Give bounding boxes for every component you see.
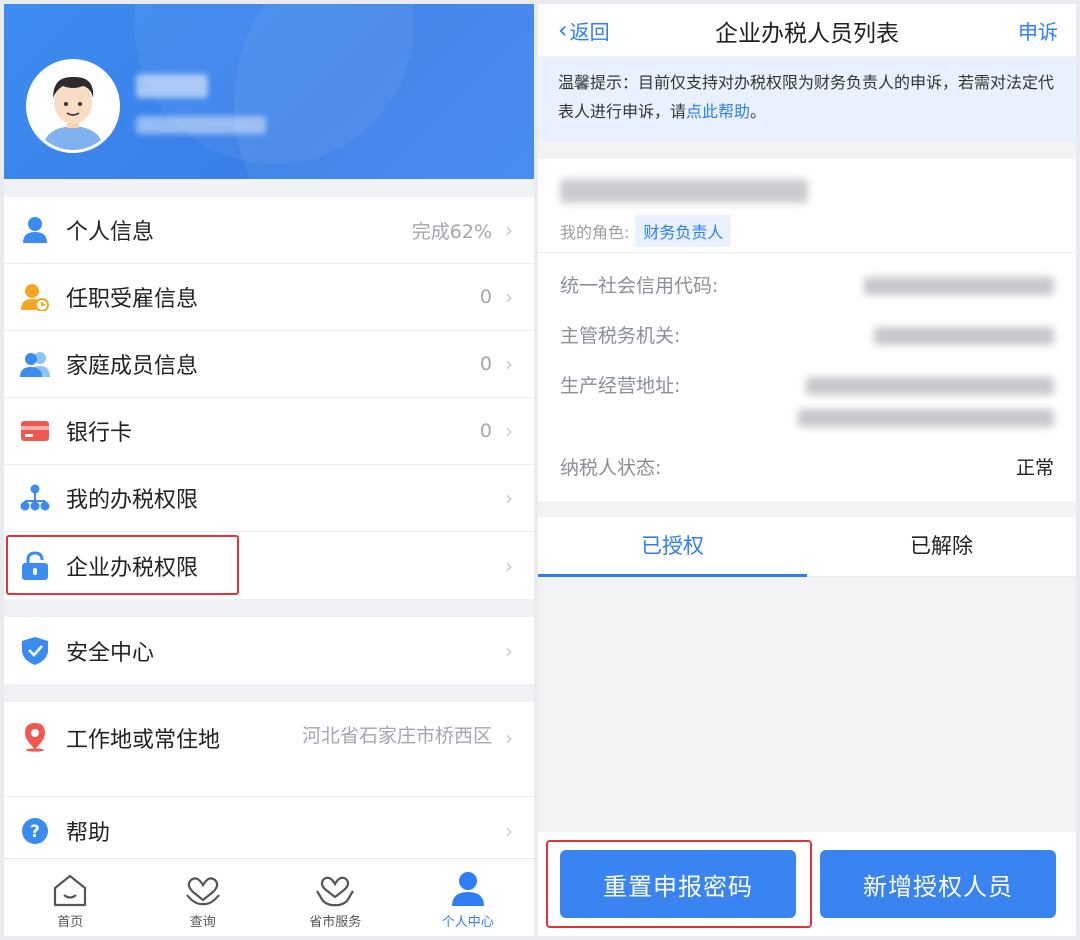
chevron-right-icon: › — [505, 818, 513, 843]
bank-card-icon — [20, 416, 50, 446]
chevron-right-icon: › — [505, 352, 513, 376]
menu-item-label: 个人信息 — [66, 220, 155, 245]
menu-item-residence[interactable]: 工作地或常住地 河北省石家庄市桥西区 › — [4, 702, 534, 797]
info-label: 生产经营地址: — [560, 375, 681, 397]
menu-item-enterprise-tax-permission[interactable]: 企业办税权限 › — [4, 532, 534, 599]
chevron-left-icon: ‹ — [558, 16, 568, 44]
menu-item-label: 工作地或常住地 — [66, 728, 221, 753]
tab-label: 个人中心 — [441, 915, 494, 930]
menu-item-bank-card[interactable]: 银行卡 0 › — [4, 398, 534, 465]
appeal-button[interactable]: 申诉 — [1018, 16, 1058, 45]
bottom-tab-bar: 首页 查询 省市服务 个人中心 — [4, 858, 534, 936]
nav-bar: ‹ 返回 企业办税人员列表 申诉 — [538, 4, 1076, 56]
action-bar: 重置申报密码 新增授权人员 — [538, 832, 1076, 936]
person-center-icon — [451, 871, 485, 907]
tab-personal-center[interactable]: 个人中心 — [402, 859, 535, 936]
family-icon — [20, 349, 50, 379]
address-row: 生产经营地址: — [560, 371, 1054, 433]
menu-item-label: 家庭成员信息 — [66, 354, 199, 379]
notice-tip: 温馨提示：目前仅支持对办税权限为财务负责人的申诉，若需对法定代表人进行申诉，请点… — [538, 56, 1076, 141]
tip-text-end: 。 — [750, 102, 767, 121]
menu-item-security-center[interactable]: 安全中心 › — [4, 617, 534, 684]
menu-item-label: 我的办税权限 — [66, 488, 199, 513]
page-title: 企业办税人员列表 — [715, 21, 899, 47]
tab-revoked[interactable]: 已解除 — [807, 517, 1076, 576]
menu-item-label: 任职受雇信息 — [66, 287, 199, 312]
user-name-redacted — [136, 74, 208, 98]
tab-home[interactable]: 首页 — [4, 859, 137, 936]
menu-item-label: 企业办税权限 — [66, 555, 199, 581]
taxpayer-status-row: 纳税人状态: 正常 — [560, 453, 1054, 483]
tab-provincial-services[interactable]: 省市服务 — [269, 859, 402, 936]
lock-icon — [20, 550, 50, 581]
employment-icon — [20, 282, 50, 312]
org-icon — [20, 483, 50, 513]
home-icon — [52, 871, 88, 907]
menu-item-my-tax-permission[interactable]: 我的办税权限 › — [4, 465, 534, 532]
heart-hands-icon — [315, 871, 355, 907]
tab-label: 首页 — [57, 915, 84, 930]
svg-text:?: ? — [30, 822, 40, 842]
tab-query[interactable]: 查询 — [137, 859, 270, 936]
tax-authority-redacted — [874, 327, 1054, 345]
chevron-right-icon: › — [505, 486, 513, 510]
chevron-right-icon: › — [505, 638, 513, 663]
chevron-right-icon: › — [505, 419, 513, 443]
address-redacted — [798, 377, 1054, 427]
menu-item-value: 0 — [479, 286, 492, 308]
chevron-right-icon: › — [505, 285, 513, 309]
menu-group-info: 个人信息 完成62% › 任职受雇信息 0 › 家庭成员信息 0 › 银行卡 0 — [4, 197, 534, 599]
enterprise-card: 我的角色: 财务负责人 统一社会信用代码: 主管税务机关: 生产经营地址: 纳税… — [538, 159, 1076, 501]
add-authorized-person-button[interactable]: 新增授权人员 — [820, 850, 1056, 918]
chevron-right-icon: › — [505, 553, 513, 578]
company-name-redacted — [560, 179, 808, 203]
info-label: 统一社会信用代码: — [560, 275, 719, 297]
person-icon — [20, 215, 50, 245]
menu-item-label: 安全中心 — [66, 640, 155, 666]
back-button[interactable]: ‹ 返回 — [558, 16, 610, 45]
personal-center-screen: 个人信息 完成62% › 任职受雇信息 0 › 家庭成员信息 0 › 银行卡 0 — [4, 4, 534, 936]
credit-code-row: 统一社会信用代码: — [560, 271, 1054, 301]
info-label: 主管税务机关: — [560, 325, 681, 347]
info-label: 纳税人状态: — [560, 457, 662, 479]
location-icon — [20, 722, 50, 752]
user-id-redacted — [136, 116, 266, 134]
role-label: 我的角色: — [560, 223, 630, 242]
avatar[interactable] — [26, 59, 120, 153]
chevron-right-icon: › — [505, 726, 513, 750]
tab-label: 省市服务 — [309, 915, 362, 930]
auth-tabs: 已授权 已解除 — [538, 517, 1076, 577]
profile-header — [4, 4, 534, 179]
menu-item-family-info[interactable]: 家庭成员信息 0 › — [4, 331, 534, 398]
menu-item-value: 0 — [479, 353, 492, 375]
menu-item-label: 银行卡 — [66, 421, 133, 446]
help-icon: ? — [20, 816, 50, 846]
tax-authority-row: 主管税务机关: — [560, 321, 1054, 351]
status-value: 正常 — [1015, 457, 1054, 479]
back-label: 返回 — [569, 19, 610, 44]
chevron-right-icon: › — [505, 218, 513, 242]
menu-item-value: 0 — [479, 420, 492, 442]
help-link[interactable]: 点此帮助 — [686, 102, 750, 121]
menu-item-value: 河北省石家庄市桥西区 — [301, 725, 492, 747]
enterprise-tax-staff-screen: ‹ 返回 企业办税人员列表 申诉 温馨提示：目前仅支持对办税权限为财务负责人的申… — [538, 4, 1076, 936]
menu-item-employment-info[interactable]: 任职受雇信息 0 › — [4, 264, 534, 331]
menu-item-value: 完成62% — [411, 220, 492, 243]
shield-icon — [20, 636, 50, 666]
menu-item-personal-info[interactable]: 个人信息 完成62% › — [4, 197, 534, 264]
menu-item-help[interactable]: ? 帮助 › — [4, 797, 534, 864]
credit-code-redacted — [864, 277, 1054, 295]
tip-text: 温馨提示：目前仅支持对办税权限为财务负责人的申诉，若需对法定代表人进行申诉，请 — [558, 73, 1055, 121]
reset-password-button[interactable]: 重置申报密码 — [560, 850, 796, 918]
role-badge: 财务负责人 — [635, 215, 732, 247]
menu-item-label: 帮助 — [66, 820, 111, 846]
tab-authorized[interactable]: 已授权 — [538, 517, 807, 577]
tab-label: 查询 — [189, 915, 216, 930]
heart-icon — [183, 871, 223, 907]
